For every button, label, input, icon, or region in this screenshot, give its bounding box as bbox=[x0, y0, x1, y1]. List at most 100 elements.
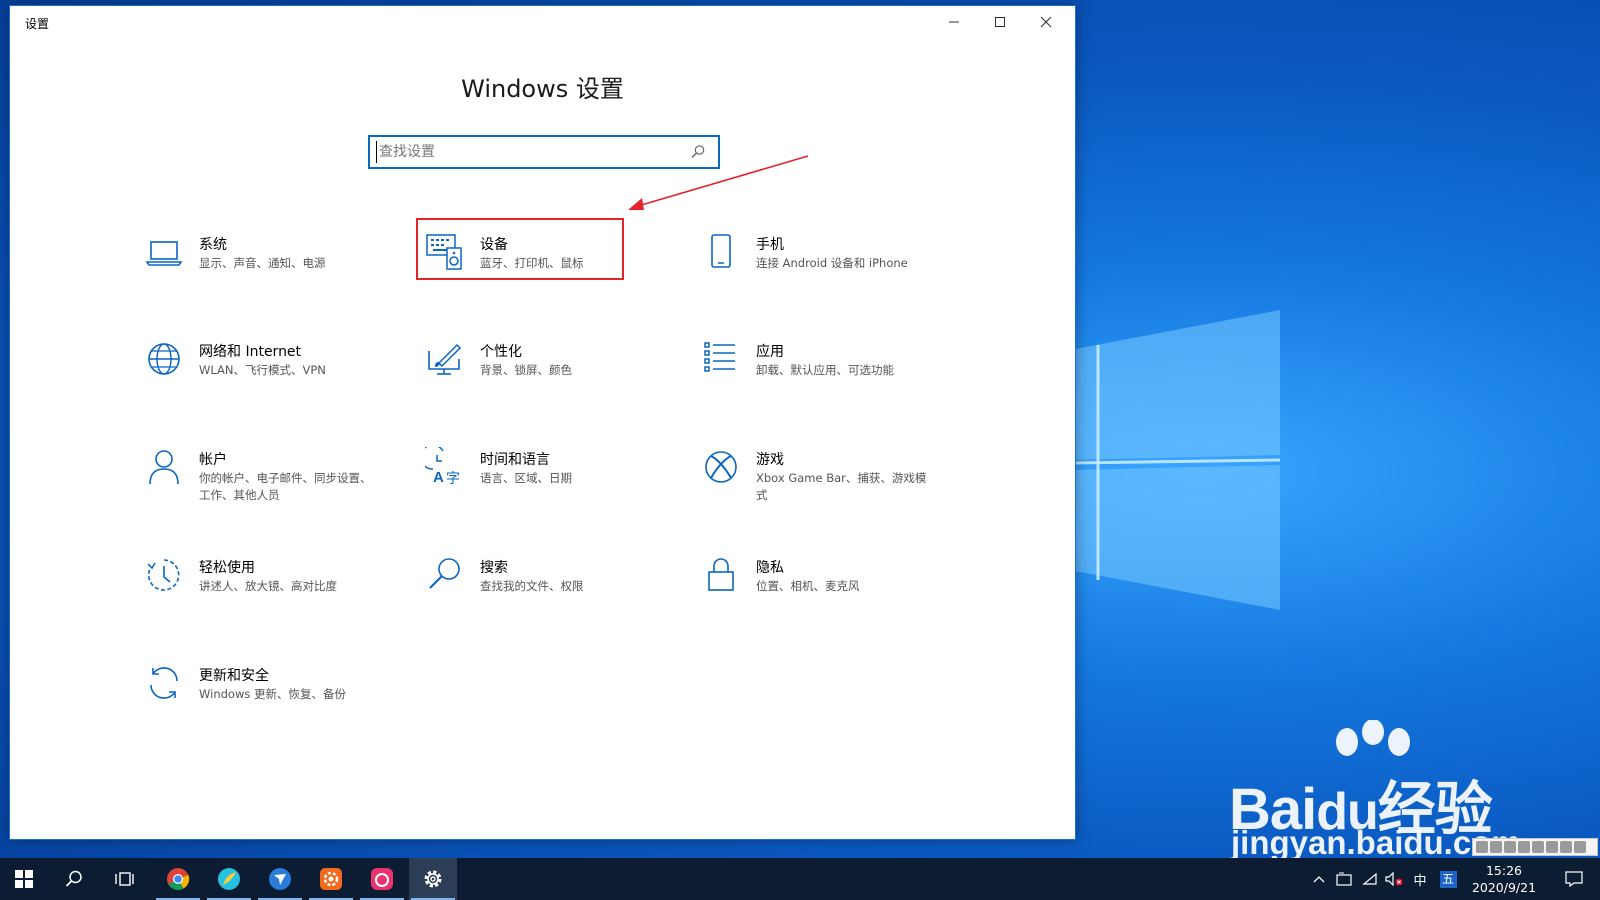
ime-icon[interactable] bbox=[1574, 841, 1586, 853]
pink-app-icon bbox=[371, 868, 393, 890]
ime-toolbar[interactable] bbox=[1472, 838, 1598, 856]
taskbar-app-settings[interactable] bbox=[409, 858, 457, 900]
search-icon bbox=[65, 870, 82, 887]
tile-gaming[interactable]: 游戏 Xbox Game Bar、捕获、游戏模式 bbox=[701, 447, 931, 517]
tray-overflow-button[interactable] bbox=[1308, 858, 1330, 900]
minimize-icon bbox=[949, 21, 959, 23]
taskbar: 中 五 15:26 2020/9/21 bbox=[0, 858, 1600, 900]
ime-icon[interactable] bbox=[1490, 841, 1502, 853]
tile-network[interactable]: 网络和 Internet WLAN、飞行模式、VPN bbox=[144, 339, 374, 409]
lock-icon bbox=[708, 558, 734, 591]
tile-title: 个性化 bbox=[480, 344, 522, 360]
svg-text:A: A bbox=[433, 469, 444, 486]
laptop-icon bbox=[145, 241, 183, 266]
volume-muted-icon bbox=[1385, 872, 1403, 886]
settings-window: 设置 Windows 设置 系统 显示、声音、通知、电源 bbox=[9, 5, 1076, 840]
gear-app-icon bbox=[320, 868, 342, 890]
tablet-icon bbox=[1336, 872, 1352, 886]
tray-volume-button[interactable] bbox=[1382, 858, 1406, 900]
tile-description: 位置、相机、麦克风 bbox=[756, 579, 860, 593]
taskbar-app-bird[interactable] bbox=[256, 858, 304, 900]
taskbar-app-chrome[interactable] bbox=[154, 858, 202, 900]
clock-date: 2020/9/21 bbox=[1471, 880, 1537, 895]
ime-mode-badge: 五 bbox=[1439, 870, 1457, 888]
ease-of-access-icon bbox=[147, 559, 180, 591]
tile-description: Windows 更新、恢复、备份 bbox=[199, 687, 346, 701]
tray-network-button[interactable] bbox=[1358, 858, 1382, 900]
annotation-arrow bbox=[628, 155, 809, 210]
tile-privacy[interactable]: 隐私 位置、相机、麦克风 bbox=[701, 555, 931, 625]
xbox-icon bbox=[705, 451, 737, 483]
tile-system[interactable]: 系统 显示、声音、通知、电源 bbox=[144, 232, 374, 302]
tile-update-security[interactable]: 更新和安全 Windows 更新、恢复、备份 bbox=[144, 663, 374, 733]
tray-device-icon-button[interactable] bbox=[1332, 858, 1356, 900]
start-button[interactable] bbox=[0, 858, 48, 900]
tile-description: 显示、声音、通知、电源 bbox=[199, 256, 326, 270]
phone-icon bbox=[711, 234, 731, 268]
tile-title: 手机 bbox=[756, 237, 784, 253]
tile-title: 搜索 bbox=[480, 560, 508, 576]
minimize-button[interactable] bbox=[931, 6, 977, 38]
tile-description: 你的帐户、电子邮件、同步设置、工作、其他人员 bbox=[199, 471, 372, 502]
title-bar[interactable]: 设置 bbox=[10, 6, 1075, 38]
chrome-icon bbox=[167, 868, 190, 890]
clock-time: 15:26 bbox=[1485, 863, 1523, 878]
taskbar-app-pink[interactable] bbox=[358, 858, 406, 900]
tile-description: 查找我的文件、权限 bbox=[480, 579, 584, 593]
ime-icon[interactable] bbox=[1518, 841, 1530, 853]
sync-icon bbox=[150, 667, 178, 699]
tray-ime-mode[interactable]: 五 bbox=[1436, 858, 1460, 900]
notification-icon bbox=[1565, 871, 1583, 887]
tile-description: WLAN、飞行模式、VPN bbox=[199, 363, 326, 377]
tile-title: 更新和安全 bbox=[199, 668, 269, 684]
task-view-icon bbox=[115, 872, 134, 886]
tile-ease-of-access[interactable]: 轻松使用 讲述人、放大镜、高对比度 bbox=[144, 555, 374, 625]
bird-app-icon bbox=[269, 868, 291, 890]
task-view-button[interactable] bbox=[100, 858, 148, 900]
tile-title: 系统 bbox=[199, 237, 227, 253]
tile-description: Xbox Game Bar、捕获、游戏模式 bbox=[756, 471, 927, 502]
tile-title: 帐户 bbox=[199, 452, 227, 468]
tile-title: 隐私 bbox=[756, 560, 784, 576]
taskbar-app-feather[interactable] bbox=[205, 858, 253, 900]
tile-description: 卸载、默认应用、可选功能 bbox=[756, 363, 894, 377]
maximize-icon bbox=[995, 17, 1005, 27]
tile-accounts[interactable]: 帐户 你的帐户、电子邮件、同步设置、工作、其他人员 bbox=[144, 447, 374, 517]
tile-title: 应用 bbox=[756, 344, 784, 360]
ime-icon[interactable] bbox=[1546, 841, 1558, 853]
tile-time-language[interactable]: A 字 时间和语言 语言、区域、日期 bbox=[425, 447, 655, 517]
tile-apps[interactable]: 应用 卸载、默认应用、可选功能 bbox=[701, 339, 931, 409]
windows-logo-wallpaper bbox=[1070, 310, 1281, 610]
tile-search[interactable]: 搜索 查找我的文件、权限 bbox=[425, 555, 655, 625]
tile-description: 连接 Android 设备和 iPhone bbox=[756, 256, 908, 270]
windows-start-icon bbox=[15, 870, 33, 888]
close-button[interactable] bbox=[1023, 6, 1069, 38]
action-center-button[interactable] bbox=[1552, 858, 1596, 900]
tile-phone[interactable]: 手机 连接 Android 设备和 iPhone bbox=[701, 232, 931, 302]
annotation-highlight-box bbox=[416, 218, 624, 280]
tile-title: 时间和语言 bbox=[480, 452, 550, 468]
paint-monitor-icon bbox=[428, 343, 462, 375]
tile-description: 语言、区域、日期 bbox=[480, 471, 572, 485]
taskbar-search-button[interactable] bbox=[50, 858, 98, 900]
svg-text:字: 字 bbox=[446, 471, 460, 487]
tile-title: 游戏 bbox=[756, 452, 784, 468]
apps-list-icon bbox=[704, 342, 735, 372]
tile-description: 背景、锁屏、颜色 bbox=[480, 363, 572, 377]
ime-icon[interactable] bbox=[1504, 841, 1516, 853]
tile-personalization[interactable]: 个性化 背景、锁屏、颜色 bbox=[425, 339, 655, 409]
taskbar-clock[interactable]: 15:26 2020/9/21 bbox=[1464, 862, 1544, 896]
maximize-button[interactable] bbox=[977, 6, 1023, 38]
ime-icon[interactable] bbox=[1476, 841, 1488, 853]
time-language-icon: A 字 bbox=[425, 447, 460, 487]
tile-description: 讲述人、放大镜、高对比度 bbox=[199, 579, 337, 593]
globe-icon bbox=[148, 343, 180, 375]
taskbar-app-orange[interactable] bbox=[307, 858, 355, 900]
ime-icon[interactable] bbox=[1532, 841, 1544, 853]
tray-ime-language[interactable]: 中 bbox=[1408, 858, 1432, 900]
wifi-icon bbox=[1362, 872, 1377, 885]
chevron-up-icon bbox=[1313, 876, 1325, 883]
ime-icon[interactable] bbox=[1560, 841, 1572, 853]
tile-title: 网络和 Internet bbox=[199, 344, 302, 360]
gear-icon bbox=[424, 870, 442, 888]
